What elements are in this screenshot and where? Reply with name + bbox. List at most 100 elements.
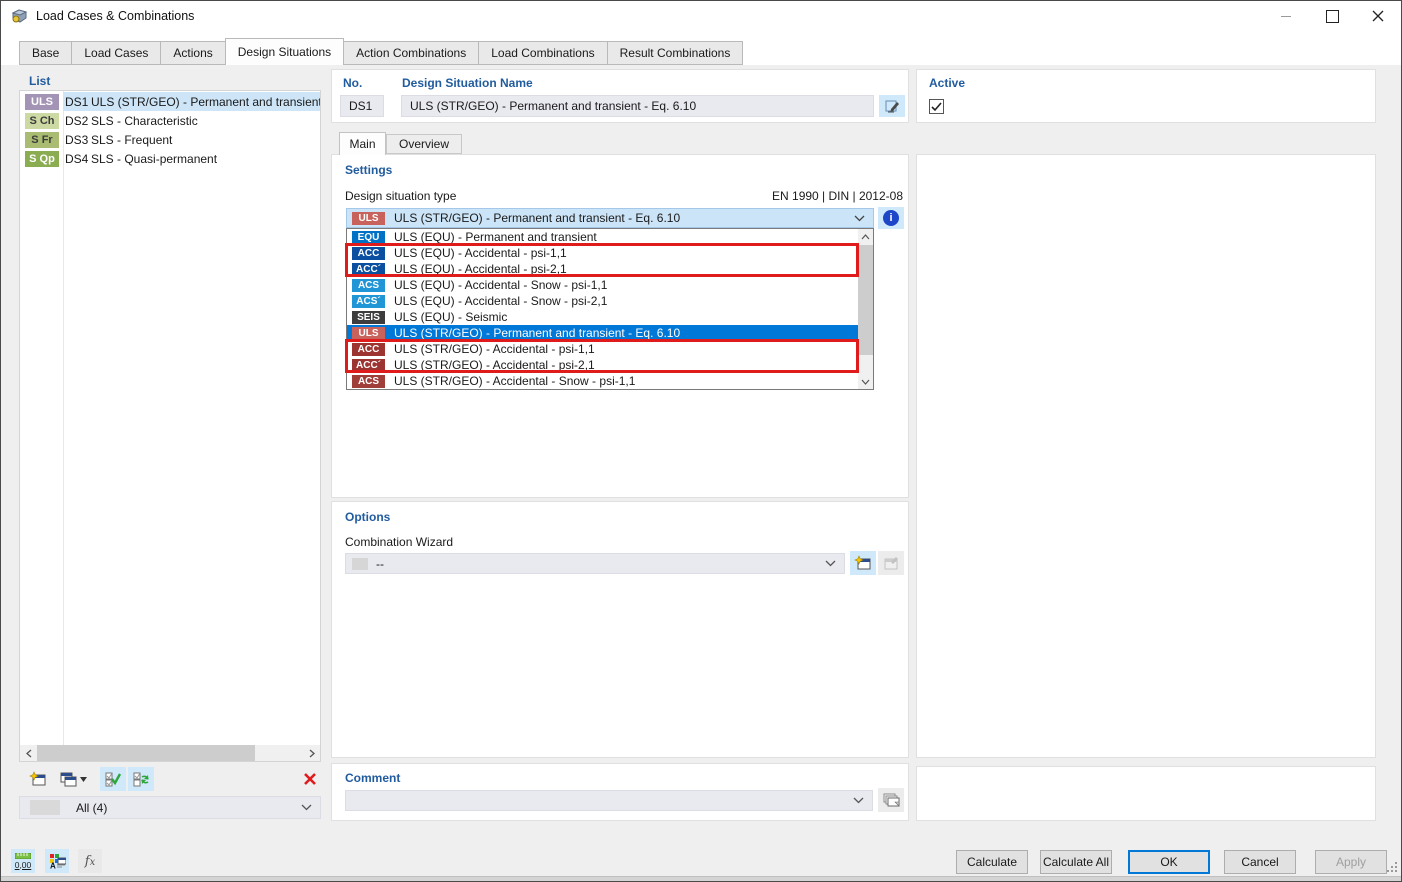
active-panel: Active <box>916 69 1376 123</box>
tab-load-cases[interactable]: Load Cases <box>71 41 162 65</box>
info-button[interactable]: i <box>878 207 904 229</box>
copy-item-button[interactable] <box>55 767 91 791</box>
dropdown-item[interactable]: ACS ULS (EQU) - Accidental - Snow - psi-… <box>347 277 858 293</box>
display-settings-button[interactable]: A <box>45 849 69 873</box>
info-icon: i <box>883 210 899 226</box>
filter-value: All (4) <box>76 800 108 815</box>
tab-design-situations[interactable]: Design Situations <box>224 38 345 65</box>
delete-item-button[interactable] <box>297 767 323 791</box>
dropdown-item[interactable]: ACS´ ULS (EQU) - Accidental - Snow - psi… <box>347 293 858 309</box>
list-column-divider <box>63 91 64 745</box>
chevron-down-icon <box>301 804 312 811</box>
list-item-ds4[interactable]: S Qp DS4 SLS - Quasi-permanent <box>20 149 320 168</box>
tab-load-combinations[interactable]: Load Combinations <box>478 41 608 65</box>
options-panel: Options Combination Wizard -- <box>331 501 909 758</box>
no-field[interactable]: DS1 <box>340 95 384 117</box>
settings-section-header: Settings <box>345 163 393 177</box>
tab-result-combinations[interactable]: Result Combinations <box>606 41 744 65</box>
scrollbar-thumb[interactable] <box>37 745 255 761</box>
list-item-ds2[interactable]: S Ch DS2 SLS - Characteristic <box>20 111 320 130</box>
scroll-right-icon[interactable] <box>303 745 320 761</box>
select-all-button[interactable] <box>100 767 126 791</box>
comment-section-header: Comment <box>345 771 401 785</box>
wizard-color-swatch <box>352 557 368 570</box>
apply-button-disabled[interactable]: Apply <box>1315 850 1387 874</box>
chevron-down-icon <box>825 560 836 567</box>
list-item-no: DS4 <box>65 151 89 166</box>
scroll-down-icon[interactable] <box>858 374 873 389</box>
cancel-button[interactable]: Cancel <box>1224 850 1296 874</box>
dropdown-item[interactable]: EQU ULS (EQU) - Permanent and transient <box>347 229 858 245</box>
type-badge: ULS <box>352 211 385 225</box>
scrollbar-thumb[interactable] <box>858 245 873 355</box>
design-situation-name-label: Design Situation Name <box>402 76 533 90</box>
dropdown-item[interactable]: ACC´ ULS (STR/GEO) - Accidental - psi-2,… <box>347 357 858 373</box>
list-item-no: DS2 <box>65 113 89 128</box>
resize-grip[interactable] <box>1387 861 1397 875</box>
tab-base[interactable]: Base <box>19 41 73 65</box>
list-item-no: DS3 <box>65 132 89 147</box>
list-item-ds3[interactable]: S Fr DS3 SLS - Frequent <box>20 130 320 149</box>
svg-text:A: A <box>50 862 56 870</box>
calculate-all-button[interactable]: Calculate All <box>1040 850 1112 874</box>
new-wizard-button[interactable] <box>850 551 876 575</box>
units-settings-button[interactable]: 0,00 <box>11 849 35 873</box>
list-item-badge: S Fr <box>25 131 59 148</box>
list-section-header: List <box>29 74 51 88</box>
tab-actions[interactable]: Actions <box>160 41 226 65</box>
edit-wizard-button-disabled[interactable] <box>878 551 904 575</box>
list-item-name: ULS (STR/GEO) - Permanent and transient … <box>91 94 320 109</box>
chevron-down-icon <box>853 797 864 804</box>
dropdown-item[interactable]: ACS ULS (STR/GEO) - Accidental - Snow - … <box>347 373 858 389</box>
titlebar: Load Cases & Combinations <box>1 1 1401 31</box>
dropdown-item[interactable]: ACC ULS (EQU) - Accidental - psi-1,1 <box>347 245 858 261</box>
ok-button[interactable]: OK <box>1128 850 1210 874</box>
options-section-header: Options <box>345 510 391 524</box>
dropdown-scrollbar[interactable] <box>858 229 873 389</box>
list-item-no: DS1 <box>65 94 89 109</box>
maximize-button[interactable] <box>1309 1 1355 31</box>
dropdown-item-selected[interactable]: ULS ULS (STR/GEO) - Permanent and transi… <box>347 325 858 341</box>
design-situation-type-label: Design situation type <box>345 189 457 203</box>
list-horizontal-scrollbar[interactable] <box>20 745 320 761</box>
list-filter-combobox[interactable]: All (4) <box>19 796 321 819</box>
calculate-button[interactable]: Calculate <box>956 850 1028 874</box>
units-icon-text: 0,00 <box>14 859 32 870</box>
invert-selection-button[interactable] <box>128 767 154 791</box>
rename-button[interactable] <box>879 95 905 117</box>
dropdown-arrow-icon <box>80 776 87 782</box>
combination-wizard-label: Combination Wizard <box>345 535 454 549</box>
list-item-badge: ULS <box>25 93 59 110</box>
dropdown-item[interactable]: ACC´ ULS (EQU) - Accidental - psi-2,1 <box>347 261 858 277</box>
design-situation-type-combobox[interactable]: ULS ULS (STR/GEO) - Permanent and transi… <box>346 208 874 228</box>
tab-overview[interactable]: Overview <box>386 134 462 154</box>
comment-combobox[interactable] <box>345 790 873 811</box>
minimize-button[interactable] <box>1263 1 1309 31</box>
list-item-name: SLS - Quasi-permanent <box>91 151 218 166</box>
no-label: No. <box>343 76 363 90</box>
new-item-button[interactable] <box>25 767 51 791</box>
scroll-left-icon[interactable] <box>20 745 37 761</box>
dialog-tabstrip: Base Load Cases Actions Design Situation… <box>1 31 1401 65</box>
scroll-up-icon[interactable] <box>858 229 873 244</box>
filter-color-swatch <box>30 800 60 815</box>
design-situations-list: ULS DS1 ULS (STR/GEO) - Permanent and tra… <box>19 90 321 762</box>
list-item-ds1[interactable]: ULS DS1 ULS (STR/GEO) - Permanent and tra… <box>20 92 320 111</box>
record-header-panel: No. DS1 Design Situation Name ULS (STR/G… <box>331 69 909 123</box>
combination-wizard-combobox[interactable]: -- <box>345 553 845 574</box>
formula-button[interactable]: fx <box>78 849 102 873</box>
dropdown-item[interactable]: ACC ULS (STR/GEO) - Accidental - psi-1,1 <box>347 341 858 357</box>
tab-main[interactable]: Main <box>339 132 386 155</box>
close-button[interactable] <box>1355 1 1401 31</box>
settings-panel: Settings Design situation type EN 1990 |… <box>331 154 909 498</box>
list-item-name: SLS - Characteristic <box>91 113 198 128</box>
comment-panel: Comment <box>331 763 909 821</box>
standard-code-label: EN 1990 | DIN | 2012-08 <box>772 189 903 203</box>
detail-comment-panel <box>916 766 1376 821</box>
comment-templates-button[interactable] <box>878 788 904 812</box>
tab-action-combinations[interactable]: Action Combinations <box>343 41 480 65</box>
active-checkbox[interactable] <box>929 99 944 114</box>
dropdown-item[interactable]: SEIS ULS (EQU) - Seismic <box>347 309 858 325</box>
list-item-badge: S Ch <box>25 112 59 129</box>
design-situation-name-field[interactable]: ULS (STR/GEO) - Permanent and transient … <box>401 95 874 117</box>
